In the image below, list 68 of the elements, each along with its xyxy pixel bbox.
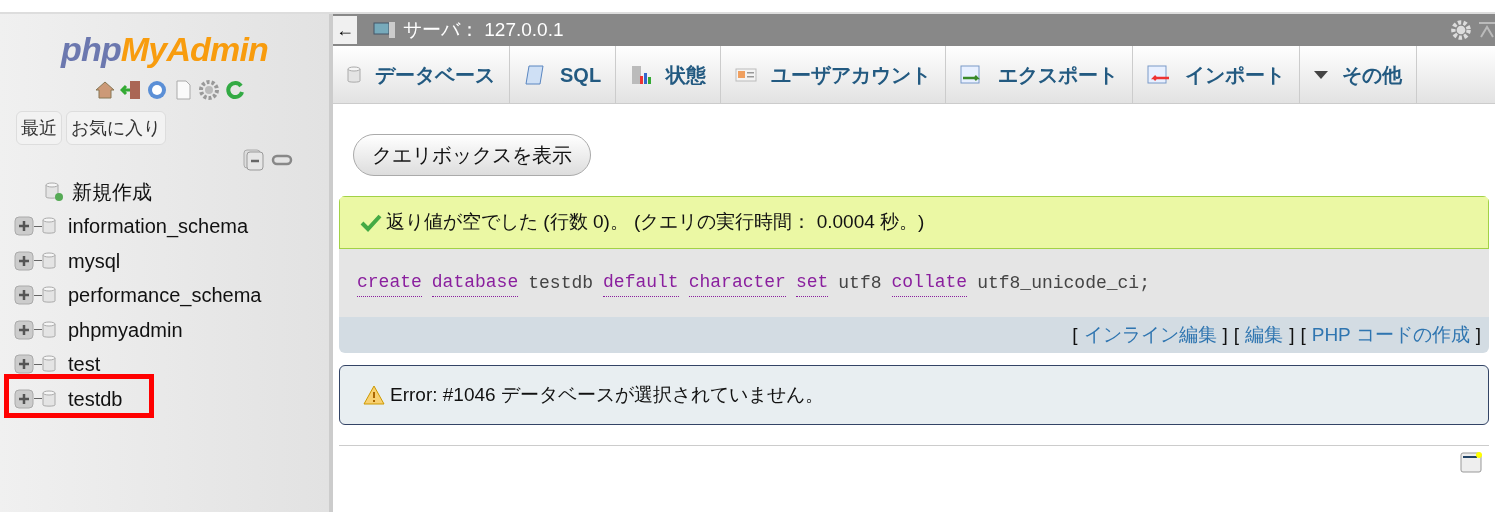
sql-keyword[interactable]: database bbox=[431, 269, 519, 297]
bracket: [ bbox=[1300, 322, 1306, 347]
nav-tab[interactable]: その他 bbox=[1300, 46, 1418, 103]
tree-item[interactable]: phpmyadmin bbox=[68, 314, 183, 345]
bracket: [ bbox=[1233, 322, 1240, 347]
tree-item[interactable]: information_schema bbox=[68, 211, 249, 242]
check-icon bbox=[360, 212, 382, 233]
action-link[interactable]: PHP コードの作成 bbox=[1311, 320, 1470, 350]
settings-icon[interactable] bbox=[1449, 18, 1473, 42]
tree-item[interactable]: performance_schema bbox=[68, 280, 262, 311]
bar-chart-icon bbox=[630, 63, 653, 86]
sidebar-tab[interactable]: 最近 bbox=[16, 111, 62, 145]
collapse-all-icon[interactable] bbox=[243, 149, 265, 171]
action-link[interactable]: 編集 bbox=[1245, 320, 1284, 350]
expand-icon[interactable] bbox=[14, 319, 34, 340]
bracket: [ bbox=[1072, 322, 1078, 347]
sql-text: utf8_unicode_ci; bbox=[977, 271, 1150, 295]
sql-keyword[interactable]: default bbox=[603, 269, 679, 297]
settings-icon[interactable] bbox=[197, 79, 220, 101]
exit-door-icon[interactable] bbox=[119, 79, 142, 101]
bracket: ] bbox=[1289, 322, 1295, 347]
database-add-icon bbox=[44, 182, 64, 202]
action-link[interactable]: インライン編集 bbox=[1083, 320, 1217, 350]
error-text: Error: #1046 データベースが選択されていません。 bbox=[390, 382, 824, 407]
success-text: 返り値が空でした (行数 0)。 (クエリの実行時間： 0.0004 秒。) bbox=[386, 210, 925, 235]
id-card-icon bbox=[735, 66, 758, 83]
tree-item[interactable]: testdb bbox=[68, 383, 123, 414]
show-query-box-button[interactable]: クエリボックスを表示 bbox=[353, 134, 591, 176]
sql-keyword[interactable]: create bbox=[357, 269, 422, 297]
expand-icon[interactable] bbox=[14, 216, 34, 237]
nav-tab[interactable]: 状態 bbox=[616, 46, 722, 103]
nav-tab[interactable]: インポート bbox=[1133, 46, 1301, 103]
database-icon bbox=[42, 217, 56, 236]
sql-text: utf8 bbox=[838, 271, 882, 295]
reload-icon[interactable] bbox=[223, 79, 246, 101]
server-icon bbox=[373, 20, 397, 40]
warning-icon bbox=[362, 384, 386, 406]
table-arrow-left-icon bbox=[1147, 64, 1172, 85]
bracket: ] bbox=[1222, 322, 1228, 347]
expand-icon[interactable] bbox=[14, 388, 34, 409]
sql-text: testdb bbox=[528, 271, 594, 295]
bracket: ] bbox=[1475, 322, 1481, 347]
database-icon bbox=[42, 286, 56, 305]
expand-icon[interactable] bbox=[14, 354, 34, 375]
back-button[interactable]: ← bbox=[333, 16, 357, 44]
logo: phpMyAdmin bbox=[59, 29, 269, 70]
tree-item[interactable]: mysql bbox=[68, 245, 121, 276]
database-icon bbox=[42, 251, 56, 270]
database-icon bbox=[42, 389, 56, 408]
database-icon bbox=[42, 355, 56, 374]
nav-tab[interactable]: ユーザアカウント bbox=[721, 46, 947, 103]
sql-keyword[interactable]: character bbox=[688, 269, 786, 297]
expand-icon[interactable] bbox=[14, 250, 34, 271]
database-icon bbox=[347, 65, 361, 84]
nav-tab[interactable]: データベース bbox=[333, 46, 510, 103]
sidebar-tab[interactable]: お気に入り bbox=[66, 111, 166, 145]
caret-down-icon bbox=[1314, 69, 1329, 80]
tree-item[interactable]: test bbox=[68, 349, 101, 380]
window-icon[interactable] bbox=[1459, 450, 1483, 474]
expand-icon[interactable] bbox=[14, 285, 34, 306]
tree-item[interactable]: 新規作成 bbox=[72, 177, 152, 207]
home-icon[interactable] bbox=[93, 79, 116, 101]
sql-keyword[interactable]: set bbox=[795, 269, 829, 297]
nav-tab[interactable]: SQL bbox=[510, 46, 617, 103]
sql-keyword[interactable]: collate bbox=[891, 269, 968, 297]
server-title: サーバ： 127.0.0.1 bbox=[403, 17, 564, 42]
nav-tab[interactable]: エクスポート bbox=[946, 46, 1134, 103]
database-icon bbox=[42, 320, 56, 339]
